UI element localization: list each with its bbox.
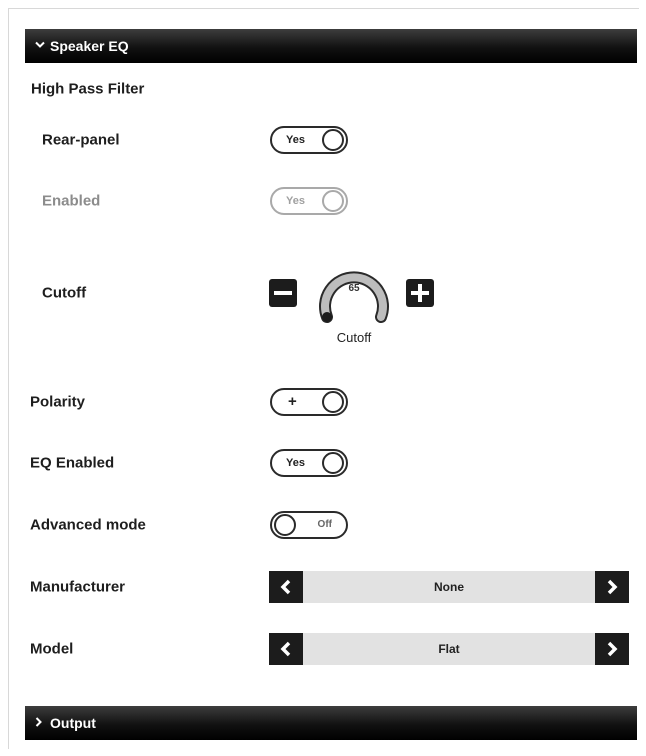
toggle-knob bbox=[322, 190, 344, 212]
speaker-eq-title: Speaker EQ bbox=[50, 38, 129, 54]
chevron-left-icon bbox=[280, 579, 291, 595]
chevron-down-icon bbox=[35, 40, 47, 52]
chevron-right-icon bbox=[607, 579, 618, 595]
output-title: Output bbox=[50, 715, 96, 731]
speaker-eq-section-header[interactable]: Speaker EQ bbox=[25, 29, 637, 63]
manufacturer-prev-button[interactable] bbox=[269, 571, 303, 603]
model-prev-button[interactable] bbox=[269, 633, 303, 665]
output-section-header[interactable]: Output bbox=[25, 706, 637, 740]
manufacturer-value: None bbox=[434, 580, 464, 594]
polarity-label: Polarity bbox=[30, 393, 86, 411]
toggle-knob bbox=[322, 452, 344, 474]
polarity-toggle-value: + bbox=[288, 393, 297, 410]
manufacturer-label: Manufacturer bbox=[30, 578, 126, 596]
model-next-button[interactable] bbox=[595, 633, 629, 665]
toggle-knob bbox=[322, 391, 344, 413]
chevron-right-icon bbox=[35, 716, 47, 730]
cutoff-increment-button[interactable] bbox=[406, 279, 434, 307]
eq-enabled-label: EQ Enabled bbox=[30, 454, 115, 472]
model-selector: Flat bbox=[269, 633, 629, 665]
plus-icon-vertical bbox=[418, 284, 422, 302]
cutoff-value: 65 bbox=[348, 283, 360, 294]
enabled-label: Enabled bbox=[42, 192, 101, 210]
chevron-left-icon bbox=[280, 641, 291, 657]
minus-icon bbox=[274, 291, 292, 295]
rear-panel-label: Rear-panel bbox=[42, 131, 120, 149]
enabled-toggle-value: Yes bbox=[286, 195, 305, 207]
cutoff-decrement-button[interactable] bbox=[269, 279, 297, 307]
dial-indicator bbox=[322, 312, 332, 322]
eq-enabled-toggle[interactable]: Yes bbox=[270, 449, 348, 477]
polarity-toggle[interactable]: + bbox=[270, 388, 348, 416]
eq-enabled-toggle-value: Yes bbox=[286, 457, 305, 469]
cutoff-caption: Cutoff bbox=[336, 330, 372, 345]
toggle-knob bbox=[322, 129, 344, 151]
enabled-toggle: Yes bbox=[270, 187, 348, 215]
advanced-mode-toggle[interactable]: Off bbox=[270, 511, 348, 539]
high-pass-filter-title: High Pass Filter bbox=[31, 80, 145, 98]
advanced-mode-label: Advanced mode bbox=[30, 516, 146, 534]
manufacturer-next-button[interactable] bbox=[595, 571, 629, 603]
model-label: Model bbox=[30, 640, 74, 658]
advanced-mode-toggle-value: Off bbox=[317, 519, 332, 530]
rear-panel-toggle[interactable]: Yes bbox=[270, 126, 348, 154]
cutoff-label: Cutoff bbox=[42, 284, 87, 302]
model-value: Flat bbox=[438, 642, 460, 656]
toggle-knob bbox=[274, 514, 296, 536]
rear-panel-toggle-value: Yes bbox=[286, 134, 305, 146]
manufacturer-selector: None bbox=[269, 571, 629, 603]
chevron-right-icon bbox=[607, 641, 618, 657]
